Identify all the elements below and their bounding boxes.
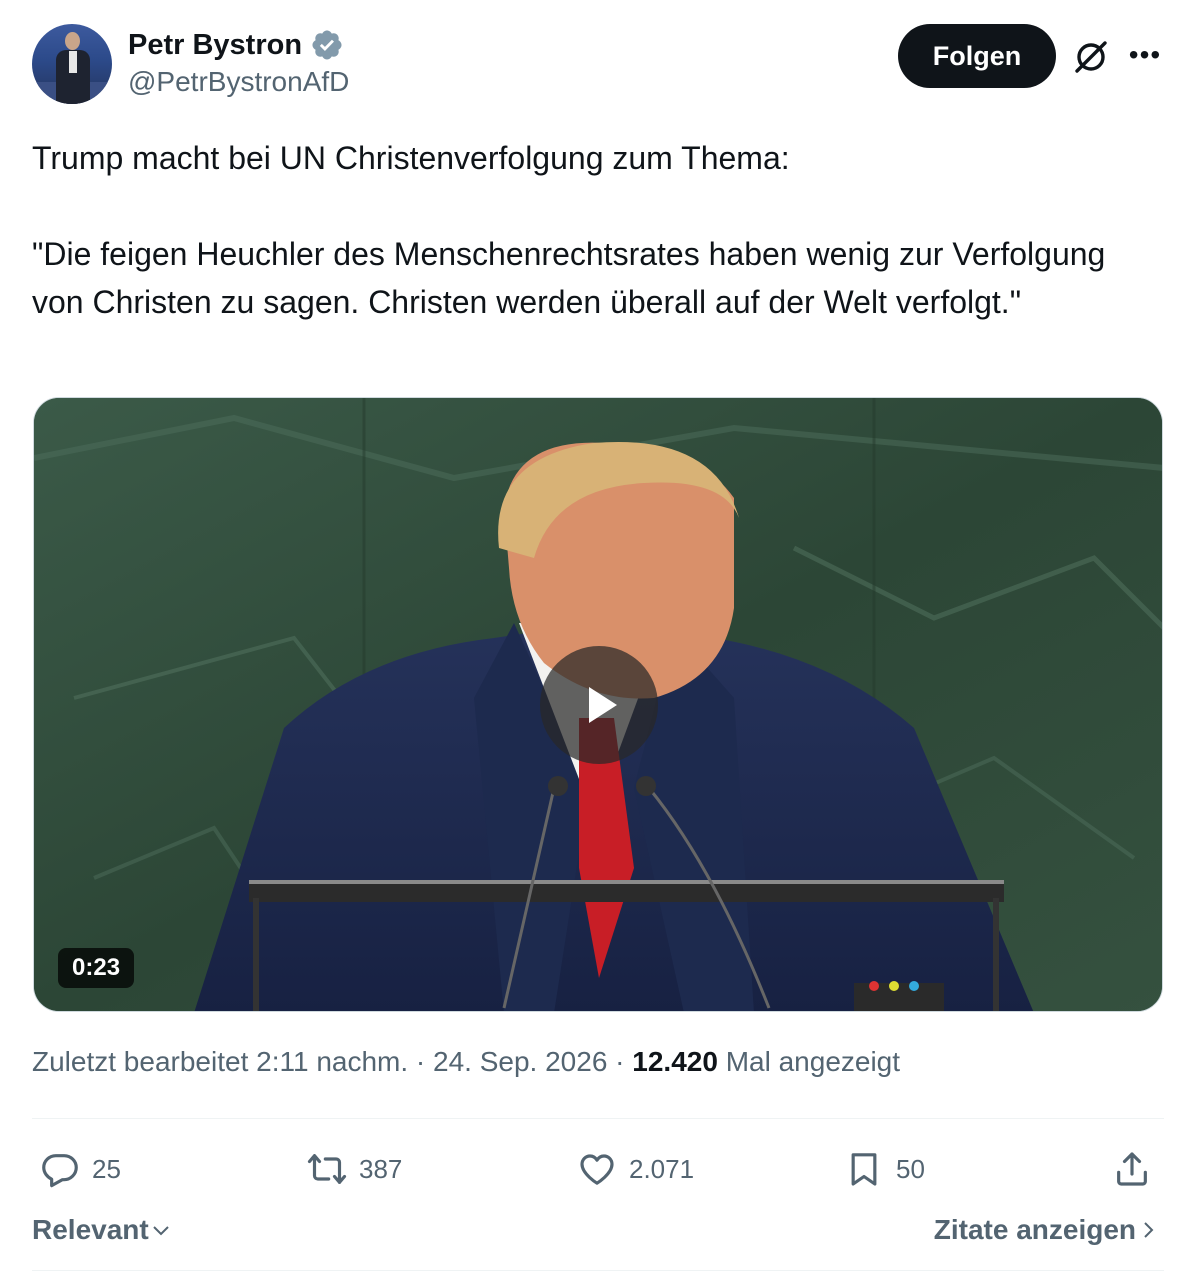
view-quotes-label: Zitate anzeigen xyxy=(933,1214,1136,1245)
tweet-text-line: Trump macht bei UN Christenverfolgung zu… xyxy=(32,140,790,176)
reply-icon xyxy=(42,1154,78,1188)
verified-badge-icon[interactable] xyxy=(310,28,344,62)
play-icon[interactable] xyxy=(540,646,658,764)
views-label: Mal angezeigt xyxy=(717,1046,901,1077)
author-name[interactable]: Petr Bystron xyxy=(128,29,302,62)
reply-count: 25 xyxy=(92,1153,121,1184)
repost-count: 387 xyxy=(359,1153,403,1184)
grok-icon[interactable] xyxy=(1070,36,1112,78)
author-handle[interactable]: @PetrBystronAfD xyxy=(128,66,349,98)
follow-button[interactable]: Folgen xyxy=(898,24,1056,88)
divider xyxy=(32,1118,1164,1119)
action-bar: 25 387 2.071 50 xyxy=(32,1140,1164,1198)
bookmark-button[interactable]: 50 xyxy=(844,1146,925,1192)
tweet-meta: Zuletzt bearbeitet 2:11 nachm. · 24. Sep… xyxy=(32,1046,900,1078)
edited-timestamp[interactable]: Zuletzt bearbeitet 2:11 nachm. · 24. Sep… xyxy=(32,1046,632,1077)
avatar-head xyxy=(65,32,80,50)
tweet-header: Petr Bystron @PetrBystronAfD Folgen ••• xyxy=(0,0,1196,120)
views-count: 12.420 xyxy=(632,1046,718,1077)
repost-button[interactable]: 387 xyxy=(307,1146,402,1192)
sort-label: Relevant xyxy=(32,1214,149,1245)
video-player[interactable]: 0:23 xyxy=(33,397,1163,1012)
like-count: 2.071 xyxy=(629,1153,695,1184)
share-button[interactable] xyxy=(1112,1146,1152,1192)
repost-icon xyxy=(307,1154,347,1184)
tweet-text: Trump macht bei UN Christenverfolgung zu… xyxy=(32,134,1164,326)
view-quotes-link[interactable]: Zitate anzeigen xyxy=(934,1214,1160,1246)
avatar[interactable] xyxy=(32,24,112,104)
bookmark-count: 50 xyxy=(896,1153,925,1184)
video-duration: 0:23 xyxy=(58,948,135,988)
author-name-row: Petr Bystron xyxy=(128,26,344,64)
like-button[interactable]: 2.071 xyxy=(577,1146,694,1192)
replies-footer: Relevant Zitate anzeigen xyxy=(32,1208,1164,1254)
chevron-right-icon xyxy=(1144,1222,1154,1238)
divider xyxy=(32,1270,1164,1271)
avatar-shirt xyxy=(69,51,77,73)
heart-icon xyxy=(580,1154,614,1185)
bookmark-icon xyxy=(851,1153,877,1186)
tweet-text-quote: "Die feigen Heuchler des Menschenrechtsr… xyxy=(32,236,1106,320)
chevron-down-icon xyxy=(153,1226,169,1236)
share-icon xyxy=(1117,1152,1147,1186)
reply-button[interactable]: 25 xyxy=(40,1146,121,1192)
sort-dropdown[interactable]: Relevant xyxy=(32,1214,173,1246)
more-icon[interactable]: ••• xyxy=(1128,40,1162,74)
